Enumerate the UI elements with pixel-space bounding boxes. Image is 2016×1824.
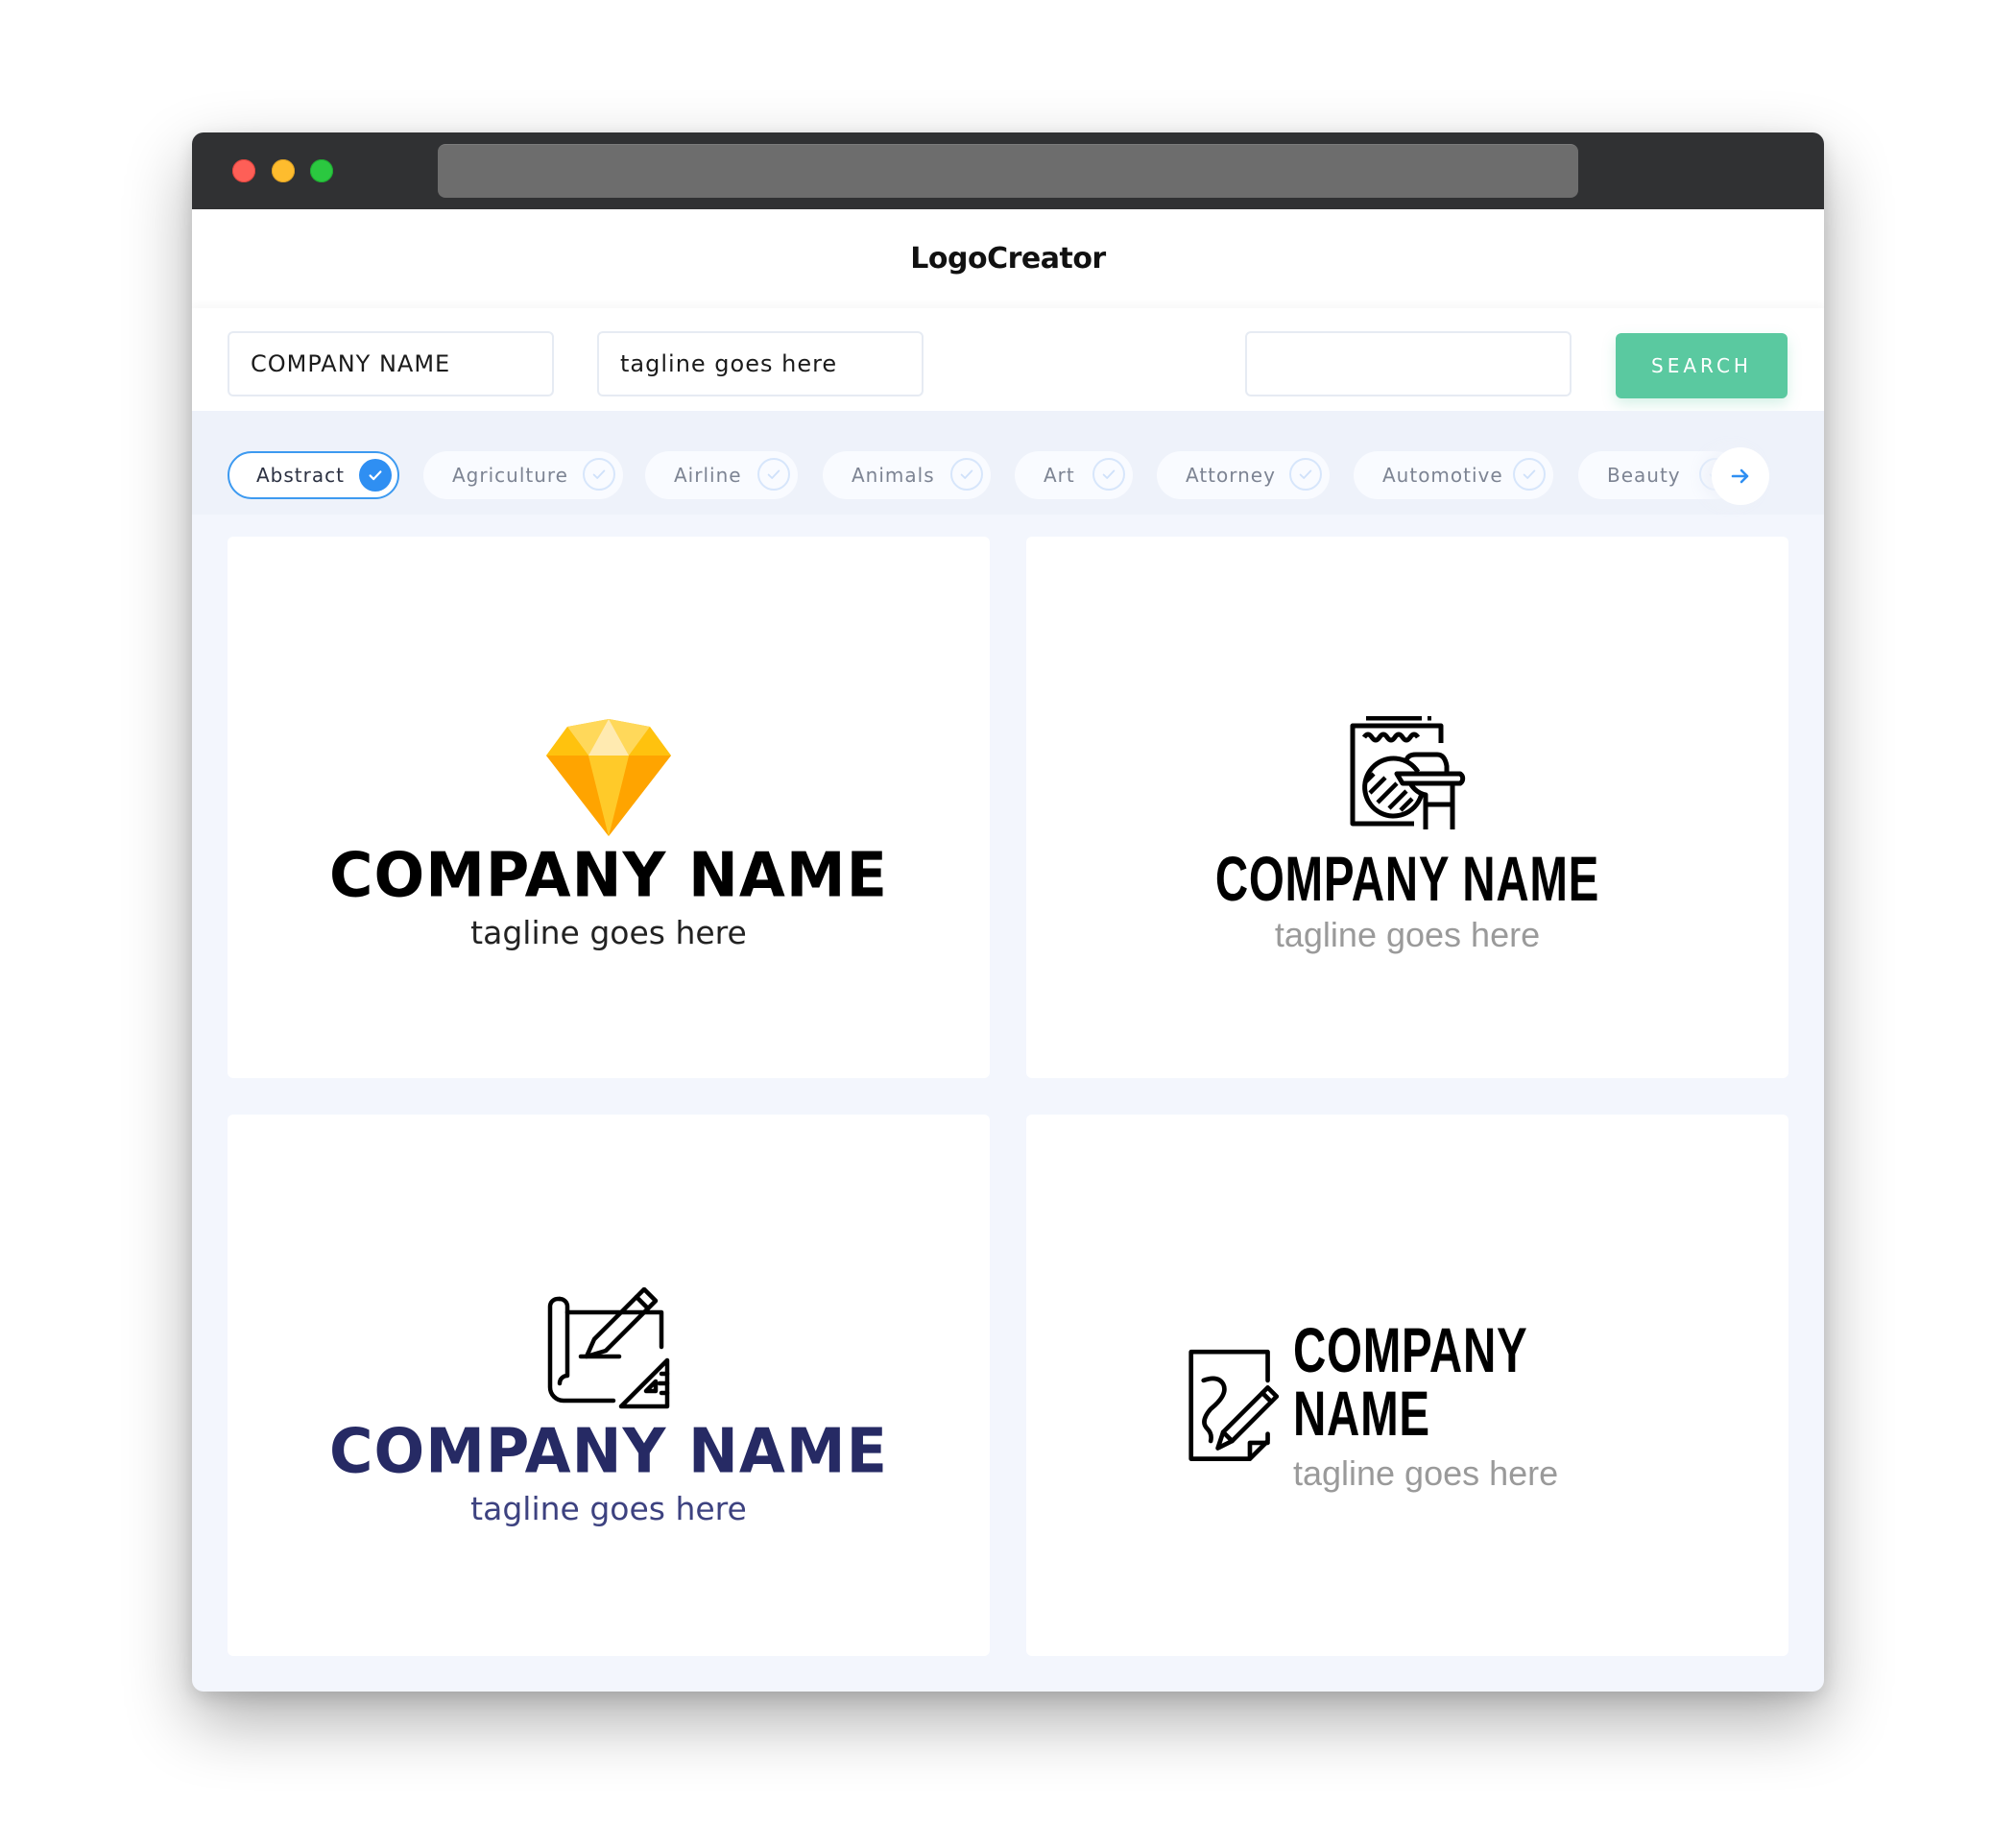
arrow-right-icon xyxy=(1731,468,1749,484)
keyword-input[interactable] xyxy=(1245,331,1572,396)
artist-drawing-hand-icon xyxy=(1350,716,1466,829)
check-icon xyxy=(1092,458,1125,491)
title-bar xyxy=(192,132,1824,209)
category-chip-list: Abstract Agriculture Airline Animals Art… xyxy=(228,451,1769,501)
logo-card[interactable]: COMPANY NAME tagline goes here xyxy=(1026,537,1788,1078)
search-bar: SEARCH xyxy=(192,308,1824,411)
tagline-input[interactable] xyxy=(597,331,924,396)
category-chip-label: Animals xyxy=(852,464,935,487)
check-icon xyxy=(583,458,615,491)
category-chip-animals[interactable]: Animals xyxy=(823,451,991,499)
category-chip-label: Agriculture xyxy=(452,464,568,487)
search-button[interactable]: SEARCH xyxy=(1616,333,1788,398)
app-title: LogoCreator xyxy=(910,242,1106,276)
logo-company-name: COMPANY NAME xyxy=(329,838,888,912)
close-window-button[interactable] xyxy=(232,159,255,182)
category-chip-automotive[interactable]: Automotive xyxy=(1354,451,1553,499)
check-icon xyxy=(359,459,392,492)
logo-card[interactable]: COMPANY NAME tagline goes here xyxy=(1026,1115,1788,1656)
category-chip-label: Beauty xyxy=(1607,464,1681,487)
logo-tagline: tagline goes here xyxy=(1292,1453,1559,1493)
logo-card[interactable]: COMPANY NAME tagline goes here xyxy=(228,1115,990,1656)
minimize-window-button[interactable] xyxy=(272,159,295,182)
category-chip-airline[interactable]: Airline xyxy=(645,451,798,499)
diamond-icon xyxy=(546,719,671,836)
category-chip-label: Abstract xyxy=(256,464,345,487)
category-filter-bar: Abstract Agriculture Airline Animals Art… xyxy=(192,411,1824,515)
next-categories-button[interactable] xyxy=(1712,447,1769,505)
category-chip-label: Attorney xyxy=(1186,464,1276,487)
app-header: LogoCreator xyxy=(192,209,1824,308)
document-pencil-signature-icon xyxy=(1188,1349,1280,1461)
logo-card[interactable]: COMPANY NAME tagline goes here xyxy=(228,537,990,1078)
check-icon xyxy=(1513,458,1546,491)
category-chip-label: Automotive xyxy=(1382,464,1503,487)
address-bar[interactable] xyxy=(438,144,1578,198)
category-chip-art[interactable]: Art xyxy=(1015,451,1133,499)
logo-tagline: tagline goes here xyxy=(470,1490,747,1527)
category-chip-agriculture[interactable]: Agriculture xyxy=(423,451,623,499)
browser-window: LogoCreator SEARCH Abstract Agriculture … xyxy=(192,132,1824,1692)
maximize-window-button[interactable] xyxy=(310,159,333,182)
logo-tagline: tagline goes here xyxy=(470,914,747,951)
check-icon xyxy=(757,458,790,491)
blueprint-pencil-ruler-icon xyxy=(547,1287,670,1409)
logo-company-name: COMPANY NAME xyxy=(1214,843,1600,914)
logo-company-name: COMPANY NAME xyxy=(329,1414,888,1488)
logo-company-name: COMPANY NAME xyxy=(1292,1314,1527,1449)
category-chip-label: Art xyxy=(1044,464,1075,487)
category-chip-attorney[interactable]: Attorney xyxy=(1157,451,1330,499)
category-chip-abstract[interactable]: Abstract xyxy=(228,451,399,499)
company-name-input[interactable] xyxy=(228,331,554,396)
check-icon xyxy=(950,458,983,491)
category-chip-label: Airline xyxy=(674,464,742,487)
check-icon xyxy=(1289,458,1322,491)
logo-tagline: tagline goes here xyxy=(1274,915,1541,954)
